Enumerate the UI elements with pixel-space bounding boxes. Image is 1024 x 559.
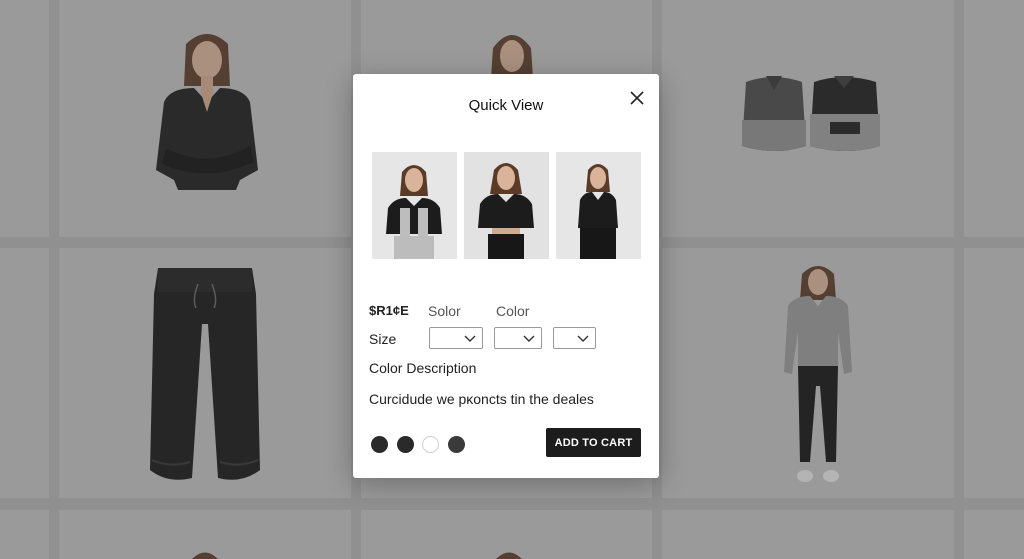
color-swatch-black[interactable] xyxy=(371,436,388,453)
option-label-2: Color xyxy=(496,303,530,319)
color-swatch-white[interactable] xyxy=(422,436,439,453)
thumbnail-image xyxy=(556,152,641,259)
close-icon xyxy=(630,91,644,105)
size-select[interactable] xyxy=(429,327,483,349)
chevron-down-icon xyxy=(464,335,476,342)
product-thumbnail-1[interactable] xyxy=(372,152,457,259)
size-label: Size xyxy=(369,331,397,347)
thumbnail-image xyxy=(372,152,457,259)
option-label-1: Solor xyxy=(428,303,461,319)
color-select[interactable] xyxy=(494,327,542,349)
color-swatch-charcoal[interactable] xyxy=(397,436,414,453)
thumbnail-image xyxy=(464,152,549,259)
product-description: Curcidude we pĸoncts tin the deales xyxy=(369,391,594,407)
price-label: $R1¢E xyxy=(369,303,409,318)
product-thumbnail-3[interactable] xyxy=(556,152,641,259)
color-swatch-dark-grey[interactable] xyxy=(448,436,465,453)
modal-title: Quick View xyxy=(468,97,544,114)
chevron-down-icon xyxy=(577,335,589,342)
product-thumbnail-2[interactable] xyxy=(464,152,549,259)
chevron-down-icon xyxy=(523,335,535,342)
option-select[interactable] xyxy=(553,327,596,349)
close-button[interactable] xyxy=(627,88,647,108)
quick-view-modal: Quick View $R1¢E Solor Color Size Color … xyxy=(353,74,659,478)
add-to-cart-button[interactable]: ADD TO CART xyxy=(546,428,641,457)
color-description-label: Color Description xyxy=(369,360,477,376)
